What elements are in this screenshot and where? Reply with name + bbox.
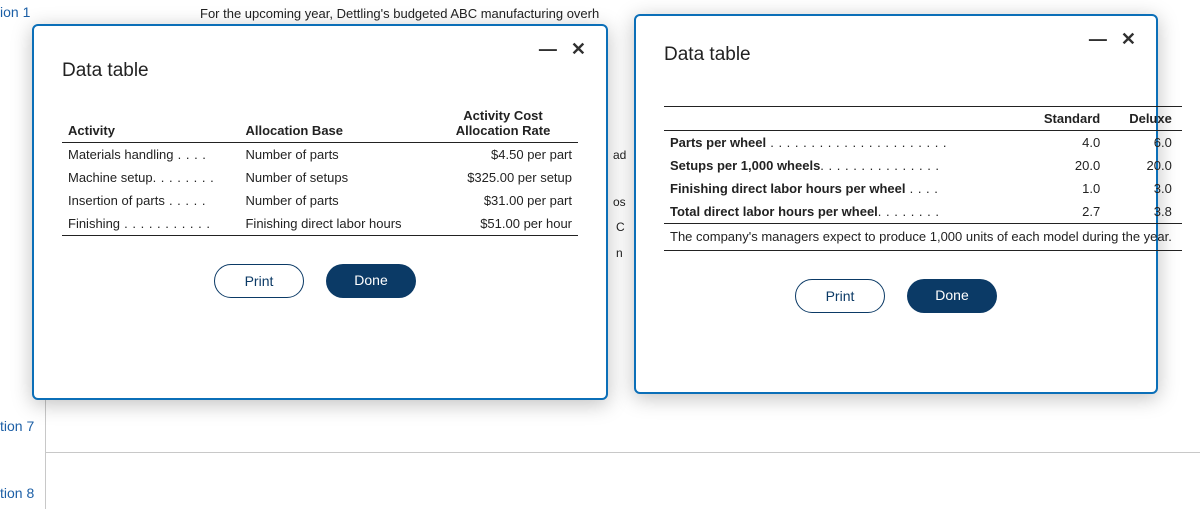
cell: 20.0 <box>1022 154 1110 177</box>
cell: Number of parts <box>239 143 428 167</box>
table-note-row: The company's managers expect to produce… <box>664 224 1182 251</box>
table-row: Machine setup. . . . . . . . Number of s… <box>62 166 578 189</box>
col-rate: Activity Cost Allocation Rate <box>428 104 578 143</box>
cell: Number of setups <box>239 166 428 189</box>
dots: . . . . <box>174 147 207 162</box>
dots: . . . . . . . . <box>153 170 215 185</box>
cell: Machine setup <box>68 170 153 185</box>
bg-fragment: os <box>613 195 626 209</box>
table-row: Materials handling . . . . Number of par… <box>62 143 578 167</box>
col-standard: Standard <box>1022 107 1110 131</box>
production-note: The company's managers expect to produce… <box>664 224 1182 251</box>
table-row: Total direct labor hours per wheel. . . … <box>664 200 1182 224</box>
data-table-modal-rates: Data table — ✕ Activity Allocation Base … <box>32 24 608 400</box>
close-icon[interactable]: ✕ <box>571 40 586 58</box>
cell: Total direct labor hours per wheel <box>670 204 878 219</box>
done-button[interactable]: Done <box>907 279 997 313</box>
table-row: Finishing direct labor hours per wheel .… <box>664 177 1182 200</box>
dots: . . . . . . . . . . . . . . . <box>820 158 939 173</box>
col-base: Allocation Base <box>239 104 428 143</box>
table-row: Setups per 1,000 wheels. . . . . . . . .… <box>664 154 1182 177</box>
print-button[interactable]: Print <box>214 264 304 298</box>
bg-fragment: ad <box>613 148 626 162</box>
minimize-icon[interactable]: — <box>539 40 557 58</box>
cell: $325.00 per setup <box>428 166 578 189</box>
table-row: Finishing . . . . . . . . . . . Finishin… <box>62 212 578 236</box>
col-activity: Activity <box>62 104 239 143</box>
cell: 6.0 <box>1110 131 1182 155</box>
table-row: Insertion of parts . . . . . Number of p… <box>62 189 578 212</box>
print-button[interactable]: Print <box>795 279 885 313</box>
cell: Finishing <box>68 216 120 231</box>
dots: . . . . . . . . . . . . . . . . . . . . … <box>766 135 947 150</box>
model-params-table: Standard Deluxe Parts per wheel . . . . … <box>664 106 1182 251</box>
modal-title: Data table <box>62 40 149 82</box>
cell: Parts per wheel <box>670 135 766 150</box>
sidebar-question-8[interactable]: tion 8 <box>0 485 34 501</box>
close-icon[interactable]: ✕ <box>1121 30 1136 48</box>
row-divider <box>45 452 1200 453</box>
cell: Insertion of parts <box>68 193 165 208</box>
sidebar-question-7[interactable]: tion 7 <box>0 418 34 434</box>
cell: Finishing direct labor hours per wheel <box>670 181 905 196</box>
cell: 20.0 <box>1110 154 1182 177</box>
cell: 2.7 <box>1022 200 1110 224</box>
bg-fragment: n <box>616 246 623 260</box>
cell: 3.8 <box>1110 200 1182 224</box>
cell: Setups per 1,000 wheels <box>670 158 820 173</box>
cell: 3.0 <box>1110 177 1182 200</box>
cell: Finishing direct labor hours <box>239 212 428 236</box>
cell: Number of parts <box>239 189 428 212</box>
modal-title: Data table <box>664 30 751 66</box>
background-intro-text: For the upcoming year, Dettling's budget… <box>200 6 599 21</box>
cell: $4.50 per part <box>428 143 578 167</box>
cell: Materials handling <box>68 147 174 162</box>
table-row: Parts per wheel . . . . . . . . . . . . … <box>664 131 1182 155</box>
cell: 4.0 <box>1022 131 1110 155</box>
dots: . . . . <box>905 181 938 196</box>
dots: . . . . . . . . . . . <box>120 216 210 231</box>
cell: 1.0 <box>1022 177 1110 200</box>
activity-rates-table: Activity Allocation Base Activity Cost A… <box>62 104 578 236</box>
data-table-modal-params: Data table — ✕ Standard Deluxe Parts per… <box>634 14 1158 394</box>
bg-fragment: C <box>616 220 625 234</box>
dots: . . . . . <box>165 193 206 208</box>
sidebar-question-1[interactable]: ion 1 <box>0 4 30 20</box>
minimize-icon[interactable]: — <box>1089 30 1107 48</box>
cell: $51.00 per hour <box>428 212 578 236</box>
cell: $31.00 per part <box>428 189 578 212</box>
col-deluxe: Deluxe <box>1110 107 1182 131</box>
done-button[interactable]: Done <box>326 264 416 298</box>
dots: . . . . . . . . <box>878 204 940 219</box>
